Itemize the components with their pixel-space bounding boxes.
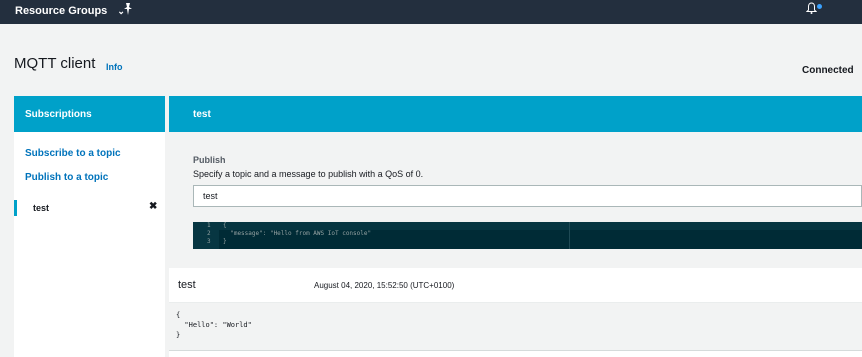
- code-line: }: [223, 238, 227, 245]
- page-title: MQTT client: [14, 55, 96, 72]
- message-payload: { "Hello": "World" }: [169, 303, 862, 351]
- sidebar-title: Subscriptions: [14, 96, 165, 132]
- message-topic: test: [178, 279, 196, 291]
- line-number: 2: [207, 230, 211, 237]
- resource-groups-label: Resource Groups: [15, 5, 108, 17]
- topic-input[interactable]: test: [193, 185, 862, 207]
- payload-line: }: [176, 331, 181, 339]
- notification-dot: [817, 4, 822, 9]
- editor-print-margin: [569, 222, 570, 249]
- connection-status: Connected: [802, 65, 854, 76]
- subscriptions-sidebar: Subscriptions Subscribe to a topic Publi…: [14, 96, 165, 357]
- received-message: test August 04, 2020, 15:52:50 (UTC+0100…: [169, 268, 862, 357]
- code-line: "message": "Hello from AWS IoT console": [223, 230, 372, 237]
- subscribe-to-topic-link[interactable]: Subscribe to a topic: [25, 148, 121, 159]
- top-navigation-bar: Resource Groups ⌄: [0, 0, 862, 24]
- close-icon[interactable]: ✖: [149, 201, 157, 212]
- editor-gutter: [193, 222, 219, 249]
- subscription-item[interactable]: test ✖: [14, 200, 165, 216]
- resource-groups-menu[interactable]: Resource Groups ⌄: [15, 5, 125, 17]
- publish-to-topic-link[interactable]: Publish to a topic: [25, 172, 108, 183]
- pin-icon[interactable]: [123, 3, 133, 18]
- message-editor[interactable]: 1 { 2 "message": "Hello from AWS IoT con…: [193, 222, 862, 249]
- active-indicator: [14, 200, 17, 216]
- subscription-name: test: [33, 203, 50, 213]
- publish-description: Specify a topic and a message to publish…: [193, 169, 424, 179]
- bell-icon[interactable]: [805, 2, 818, 18]
- line-number: 3: [207, 238, 211, 245]
- payload-code: { "Hello": "World" }: [176, 310, 252, 340]
- payload-line: "Hello": "World": [176, 321, 252, 329]
- publish-label: Publish: [193, 155, 226, 165]
- topic-header: test: [169, 96, 862, 132]
- message-header: test August 04, 2020, 15:52:50 (UTC+0100…: [169, 268, 862, 303]
- message-timestamp: August 04, 2020, 15:52:50 (UTC+0100): [314, 281, 455, 290]
- payload-line: {: [176, 311, 181, 319]
- code-line: {: [223, 222, 227, 229]
- editor-active-line: [219, 222, 862, 230]
- info-link[interactable]: Info: [106, 62, 123, 72]
- line-number: 1: [207, 222, 211, 229]
- publish-panel: Publish Specify a topic and a message to…: [169, 132, 862, 266]
